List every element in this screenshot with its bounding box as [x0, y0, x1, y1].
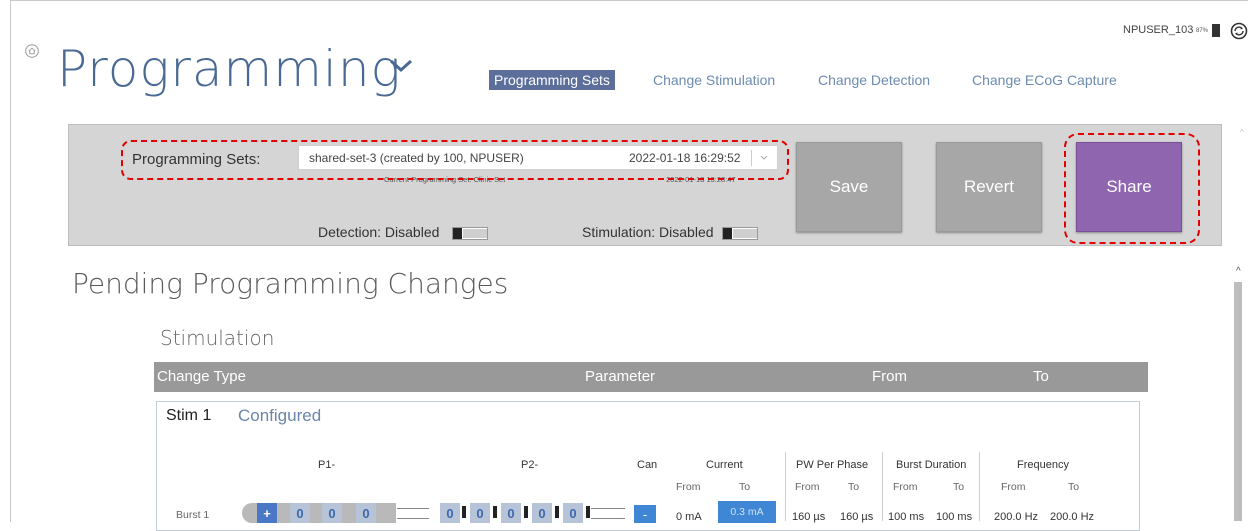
tab-programming-sets[interactable]: Programming Sets — [489, 70, 615, 90]
p2-label: P2- — [521, 459, 539, 471]
p2-contact[interactable]: 0 — [440, 503, 460, 523]
p1-contact[interactable]: 0 — [322, 503, 342, 523]
column-divider — [882, 452, 883, 521]
page-title: Programming — [57, 40, 402, 98]
lead-wire — [591, 508, 625, 519]
lead-wire — [397, 508, 429, 519]
p2-contact[interactable]: 0 — [470, 503, 490, 523]
section-title: Stimulation — [160, 326, 275, 350]
p2-contact[interactable]: 0 — [532, 503, 552, 523]
pending-changes-title: Pending Programming Changes — [72, 267, 509, 300]
current-from-value: 0 mA — [676, 511, 702, 523]
bd-from-value: 100 ms — [888, 511, 925, 523]
column-parameter: Parameter — [585, 368, 656, 385]
scroll-up-icon[interactable]: ^ — [1236, 266, 1241, 277]
p2-contact[interactable]: 0 — [563, 503, 583, 523]
tab-change-stimulation[interactable]: Change Stimulation — [653, 72, 775, 88]
stimulation-toggle[interactable] — [722, 227, 758, 240]
column-divider — [979, 452, 980, 521]
lead-marker — [586, 506, 590, 518]
p2-contact[interactable]: 0 — [501, 503, 521, 523]
bd-from-header: From — [893, 481, 918, 493]
scrollbar[interactable] — [1234, 282, 1242, 521]
freq-to-header: To — [1068, 481, 1080, 493]
current-label: Current — [706, 459, 743, 471]
revert-button[interactable]: Revert — [936, 142, 1042, 232]
pw-from-value: 160 µs — [792, 511, 826, 523]
frequency-label: Frequency — [1017, 459, 1069, 471]
changes-table-header: Change Type Parameter From To — [154, 362, 1148, 392]
bd-to-header: To — [953, 481, 965, 493]
freq-from-header: From — [1001, 481, 1026, 493]
current-from-header: From — [676, 481, 701, 493]
pw-label: PW Per Phase — [796, 459, 869, 471]
pw-to-header: To — [848, 481, 860, 493]
freq-from-value: 200.0 Hz — [994, 511, 1039, 523]
highlight-annotation — [121, 140, 789, 180]
lead-marker — [493, 506, 497, 518]
burst-duration-label: Burst Duration — [896, 459, 967, 471]
home-icon[interactable] — [25, 44, 39, 58]
stimulation-status: Stimulation: Disabled — [582, 224, 714, 240]
can-label: Can — [637, 459, 658, 471]
current-to-value[interactable]: 0.3 mA — [718, 501, 776, 523]
highlight-annotation — [1064, 133, 1200, 244]
column-from: From — [872, 368, 907, 385]
battery-icon — [1212, 24, 1220, 37]
detection-status: Detection: Disabled — [318, 224, 440, 240]
p1-contact[interactable]: 0 — [356, 503, 376, 523]
p1-contact[interactable]: 0 — [290, 503, 310, 523]
can-minus-button[interactable]: - — [634, 505, 656, 523]
lead-marker — [555, 506, 559, 518]
tab-change-ecog-capture[interactable]: Change ECoG Capture — [972, 72, 1117, 88]
toolbar-scroll-up-icon[interactable]: ^ — [1240, 128, 1244, 137]
lead-marker — [524, 506, 528, 518]
p1-label: P1- — [318, 459, 336, 471]
column-to: To — [1033, 368, 1049, 385]
bd-to-value: 100 ms — [936, 511, 973, 523]
sync-icon[interactable] — [1230, 22, 1248, 40]
detection-toggle[interactable] — [452, 227, 488, 240]
stim-name: Stim 1 — [166, 407, 212, 424]
battery-percent: 87% — [1196, 28, 1209, 34]
pw-from-header: From — [795, 481, 820, 493]
pw-to-value: 160 µs — [840, 511, 874, 523]
column-change-type: Change Type — [157, 368, 246, 385]
user-name: NPUSER_103 — [1123, 24, 1194, 36]
save-button[interactable]: Save — [796, 142, 902, 232]
burst-label: Burst 1 — [176, 509, 210, 521]
p1-contact-plus[interactable]: + — [257, 503, 277, 523]
chevron-down-icon[interactable] — [388, 58, 414, 74]
current-to-header: To — [739, 481, 751, 493]
freq-to-value: 200.0 Hz — [1050, 511, 1095, 523]
tab-change-detection[interactable]: Change Detection — [818, 72, 930, 88]
lead-marker — [462, 506, 466, 518]
stim-status: Configured — [238, 406, 322, 425]
column-divider — [785, 452, 786, 521]
